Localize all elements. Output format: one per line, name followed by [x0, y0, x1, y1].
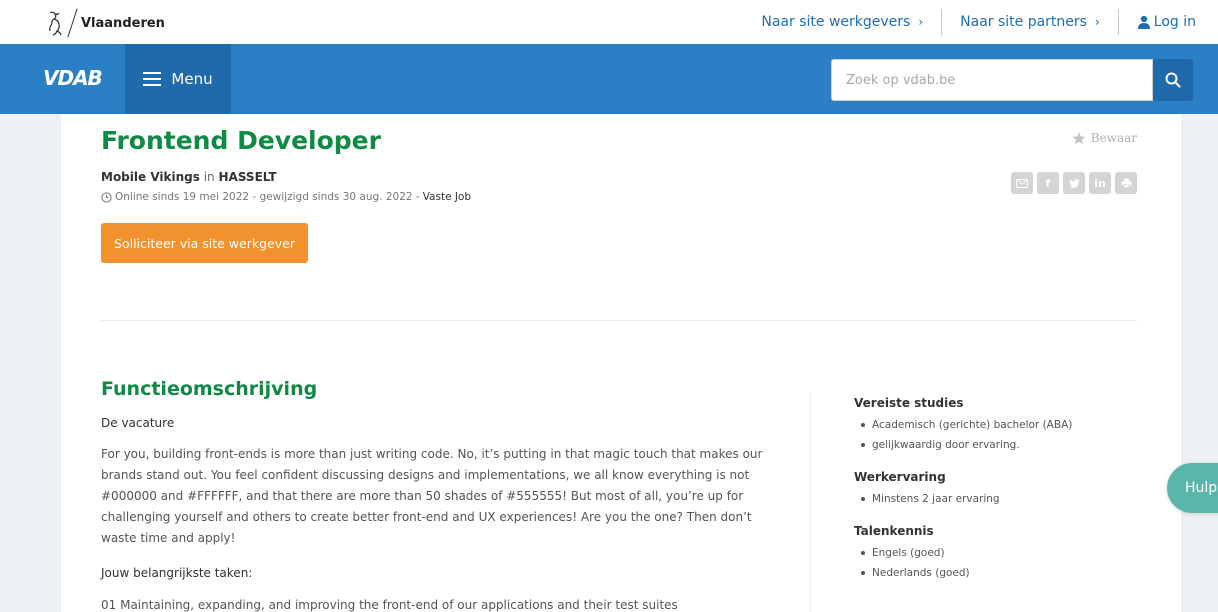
search-icon [1165, 72, 1181, 88]
requirements-panel: Vereiste studies Academisch (gerichte) b… [854, 396, 1154, 598]
share-twitter-button[interactable] [1063, 172, 1085, 194]
share-buttons: f in [1011, 172, 1137, 194]
top-links: Naar site werkgevers › Naar site partner… [743, 0, 1196, 44]
search-input[interactable] [831, 59, 1153, 101]
link-site-partners[interactable]: Naar site partners › [942, 9, 1118, 35]
share-linkedin-button[interactable]: in [1089, 172, 1111, 194]
vlaanderen-brand-name: Vlaanderen [81, 15, 165, 31]
req-studies-title: Vereiste studies [854, 396, 964, 410]
save-job-label: Bewaar [1090, 131, 1137, 145]
menu-button[interactable]: Menu [125, 44, 231, 114]
list-item: Nederlands (goed) [854, 563, 1154, 583]
req-experience-title: Werkervaring [854, 470, 946, 484]
menu-label: Menu [171, 70, 213, 88]
task-item: 01 Maintaining, expanding, and improving… [101, 598, 678, 612]
chevron-right-icon: › [918, 15, 924, 29]
job-city: HASSELT [218, 170, 277, 184]
save-job-button[interactable]: Bewaar [1072, 131, 1137, 145]
list-item: gelijkwaardig door ervaring. [854, 435, 1154, 455]
star-icon [1072, 131, 1086, 144]
print-icon [1121, 178, 1131, 188]
main-navbar: VDAB Menu [0, 44, 1218, 114]
login-link[interactable]: Log in [1119, 9, 1196, 35]
list-item: Minstens 2 jaar ervaring [854, 489, 1154, 509]
login-label: Log in [1153, 14, 1196, 30]
subtitle-vacature: De vacature [101, 416, 175, 430]
link-site-werkgevers-label: Naar site werkgevers [761, 14, 911, 30]
company-location: Mobile Vikings in HASSELT [101, 170, 277, 184]
job-dates: Online sinds 19 mei 2022 - gewijzigd sin… [115, 191, 420, 203]
vdab-logo[interactable]: VDAB [43, 66, 103, 90]
clock-icon [101, 191, 112, 203]
req-languages-title: Talenkennis [854, 524, 934, 538]
logo-slash [67, 8, 78, 38]
column-divider [810, 392, 811, 612]
hamburger-icon [143, 72, 162, 86]
job-meta: Online sinds 19 mei 2022 - gewijzigd sin… [101, 191, 471, 203]
chevron-right-icon: › [1094, 15, 1100, 29]
share-print-button[interactable] [1115, 172, 1137, 194]
list-item: Engels (goed) [854, 543, 1154, 563]
linkedin-icon: in [1094, 176, 1106, 190]
twitter-icon [1068, 178, 1080, 188]
facebook-icon: f [1045, 176, 1051, 190]
user-icon [1137, 15, 1150, 29]
top-bar: Vlaanderen Naar site werkgevers › Naar s… [0, 0, 1218, 44]
company-in-word: in [203, 170, 215, 184]
subtitle-tasks: Jouw belangrijkste taken: [101, 566, 253, 580]
flemish-lion-icon [49, 11, 62, 36]
req-studies-list: Academisch (gerichte) bachelor (ABA) gel… [854, 415, 1154, 455]
link-site-partners-label: Naar site partners [960, 14, 1087, 30]
link-site-werkgevers[interactable]: Naar site werkgevers › [743, 9, 941, 35]
search-button[interactable] [1153, 59, 1193, 101]
job-title: Frontend Developer [101, 126, 381, 155]
share-mail-button[interactable] [1011, 172, 1033, 194]
job-type: Vaste Job [422, 191, 472, 203]
apply-button[interactable]: Solliciteer via site werkgever [101, 223, 308, 263]
mail-icon [1016, 178, 1028, 188]
req-experience-list: Minstens 2 jaar ervaring [854, 489, 1154, 509]
job-detail-card: Frontend Developer Bewaar Mobile Vikings… [61, 114, 1181, 612]
section-divider [101, 320, 1137, 321]
section-title-functieomschrijving: Functieomschrijving [101, 378, 318, 400]
vlaanderen-logo[interactable]: Vlaanderen [44, 8, 165, 38]
job-description: For you, building front-ends is more tha… [101, 447, 763, 545]
help-button[interactable]: Hulp [1167, 463, 1218, 513]
share-facebook-button[interactable]: f [1037, 172, 1059, 194]
company-name[interactable]: Mobile Vikings [101, 170, 200, 184]
list-item: Academisch (gerichte) bachelor (ABA) [854, 415, 1154, 435]
req-languages-list: Engels (goed) Nederlands (goed) [854, 543, 1154, 583]
